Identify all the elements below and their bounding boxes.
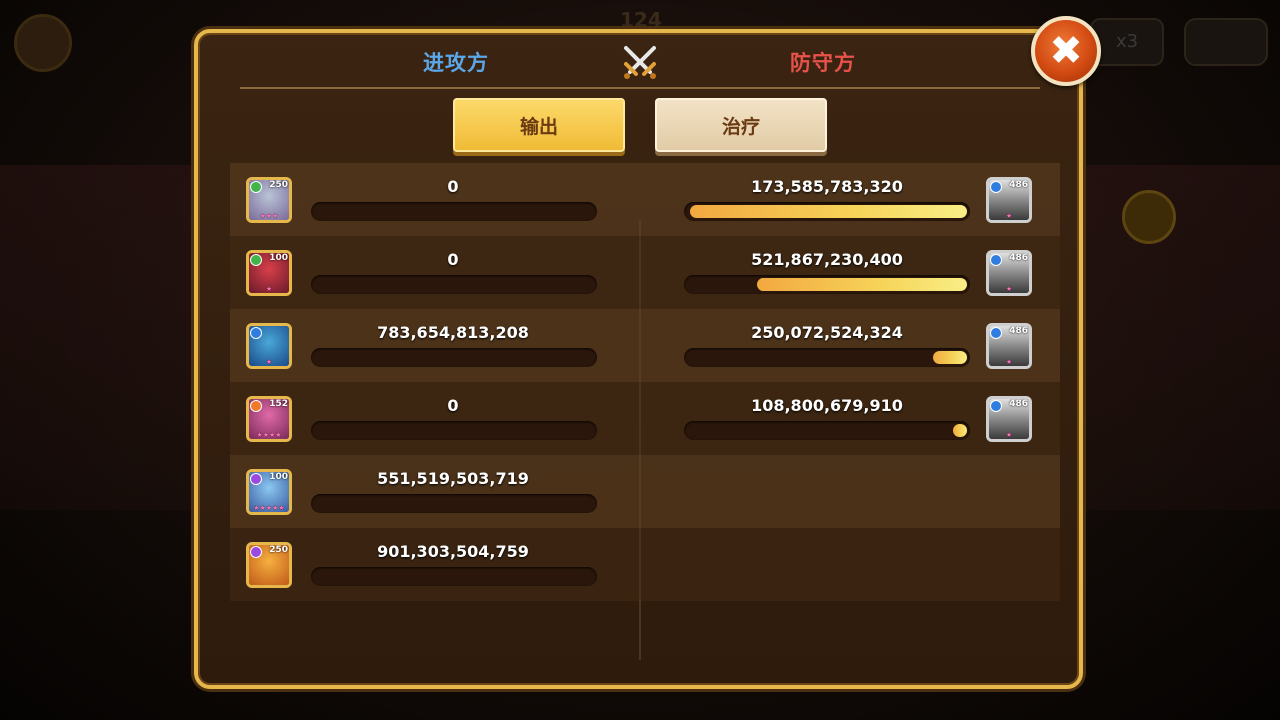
defender-hero-portrait[interactable]: 486 ★ xyxy=(986,323,1032,369)
star-rating: ★ xyxy=(265,358,273,366)
attacker-damage-value: 783,654,813,208 xyxy=(377,323,529,342)
defender-damage-value: 108,800,679,910 xyxy=(751,396,903,415)
element-badge-icon xyxy=(250,473,262,485)
close-icon: ✖ xyxy=(1049,28,1083,74)
element-badge-icon xyxy=(250,400,262,412)
defender-damage-value: 521,867,230,400 xyxy=(751,250,903,269)
hero-level: 486 xyxy=(1009,180,1028,190)
hero-level: 250 xyxy=(269,545,288,555)
stats-row: ★ 783,654,813,208 250,072,524,324 486 ★ xyxy=(230,309,1060,382)
defender-damage-bar xyxy=(684,202,970,221)
crossed-swords-icon xyxy=(620,42,660,82)
damage-bar-fill xyxy=(933,351,967,364)
list-button xyxy=(1122,190,1176,244)
attacker-hero-portrait[interactable]: 152 ★★★★ xyxy=(246,396,292,442)
hero-level: 486 xyxy=(1009,253,1028,263)
speed-button: x3 xyxy=(1090,18,1164,66)
element-badge-icon xyxy=(990,254,1002,266)
hero-level: 486 xyxy=(1009,399,1028,409)
header-divider xyxy=(240,87,1040,89)
element-badge-icon xyxy=(250,327,262,339)
attacker-label: 进攻方 xyxy=(423,51,489,75)
skip-button xyxy=(1184,18,1268,66)
defender-damage-bar xyxy=(684,348,970,367)
tab-heal[interactable]: 治疗 xyxy=(655,98,827,152)
attacker-damage-value: 0 xyxy=(447,250,459,269)
defender-label: 防守方 xyxy=(790,51,856,75)
stats-row: 250 901,303,504,759 xyxy=(230,528,1060,601)
defender-hero-portrait[interactable]: 486 ★ xyxy=(986,250,1032,296)
element-badge-icon xyxy=(250,254,262,266)
damage-bar-fill xyxy=(953,424,967,437)
element-badge-icon xyxy=(250,181,262,193)
attacker-damage-value: 0 xyxy=(447,177,459,196)
star-rating: ★ xyxy=(1005,431,1013,439)
damage-bar-fill xyxy=(689,205,967,218)
attacker-damage-bar xyxy=(311,348,597,367)
attacker-damage-value: 901,303,504,759 xyxy=(377,542,529,561)
hero-level: 100 xyxy=(269,472,288,482)
attacker-hero-portrait[interactable]: 250 ★★★ xyxy=(246,177,292,223)
attacker-damage-bar xyxy=(311,567,597,586)
star-rating: ★ xyxy=(1005,212,1013,220)
element-badge-icon xyxy=(990,181,1002,193)
stats-list: 250 ★★★ 0 173,585,783,320 486 ★ 100 ★ 0 521,867,… xyxy=(230,163,1060,601)
attacker-damage-bar xyxy=(311,421,597,440)
damage-bar-fill xyxy=(757,278,967,291)
close-button[interactable]: ✖ xyxy=(1031,16,1101,86)
attacker-damage-bar xyxy=(311,494,597,513)
attacker-hero-portrait[interactable]: ★ xyxy=(246,323,292,369)
star-rating: ★★★ xyxy=(259,212,279,220)
hero-level: 486 xyxy=(1009,326,1028,336)
attacker-damage-value: 0 xyxy=(447,396,459,415)
star-rating: ★★★★★ xyxy=(253,504,285,512)
hero-level: 100 xyxy=(269,253,288,263)
defender-damage-bar xyxy=(684,421,970,440)
attacker-damage-bar xyxy=(311,202,597,221)
star-rating: ★ xyxy=(1005,358,1013,366)
star-rating: ★ xyxy=(265,285,273,293)
attacker-hero-portrait[interactable]: 250 xyxy=(246,542,292,588)
star-rating: ★ xyxy=(1005,285,1013,293)
attacker-hero-portrait[interactable]: 100 ★ xyxy=(246,250,292,296)
star-rating: ★★★★ xyxy=(256,431,282,439)
stats-row: 250 ★★★ 0 173,585,783,320 486 ★ xyxy=(230,163,1060,236)
hero-level: 152 xyxy=(269,399,288,409)
menu-button xyxy=(14,14,72,72)
element-badge-icon xyxy=(990,327,1002,339)
defender-damage-value: 250,072,524,324 xyxy=(751,323,903,342)
defender-damage-bar xyxy=(684,275,970,294)
tab-output[interactable]: 输出 xyxy=(453,98,625,152)
defender-damage-value: 173,585,783,320 xyxy=(751,177,903,196)
stats-row: 152 ★★★★ 0 108,800,679,910 486 ★ xyxy=(230,382,1060,455)
element-badge-icon xyxy=(990,400,1002,412)
attacker-hero-portrait[interactable]: 100 ★★★★★ xyxy=(246,469,292,515)
hero-level: 250 xyxy=(269,180,288,190)
attacker-damage-value: 551,519,503,719 xyxy=(377,469,529,488)
stats-row: 100 ★★★★★ 551,519,503,719 xyxy=(230,455,1060,528)
attacker-damage-bar xyxy=(311,275,597,294)
stats-row: 100 ★ 0 521,867,230,400 486 ★ xyxy=(230,236,1060,309)
element-badge-icon xyxy=(250,546,262,558)
defender-hero-portrait[interactable]: 486 ★ xyxy=(986,396,1032,442)
defender-hero-portrait[interactable]: 486 ★ xyxy=(986,177,1032,223)
